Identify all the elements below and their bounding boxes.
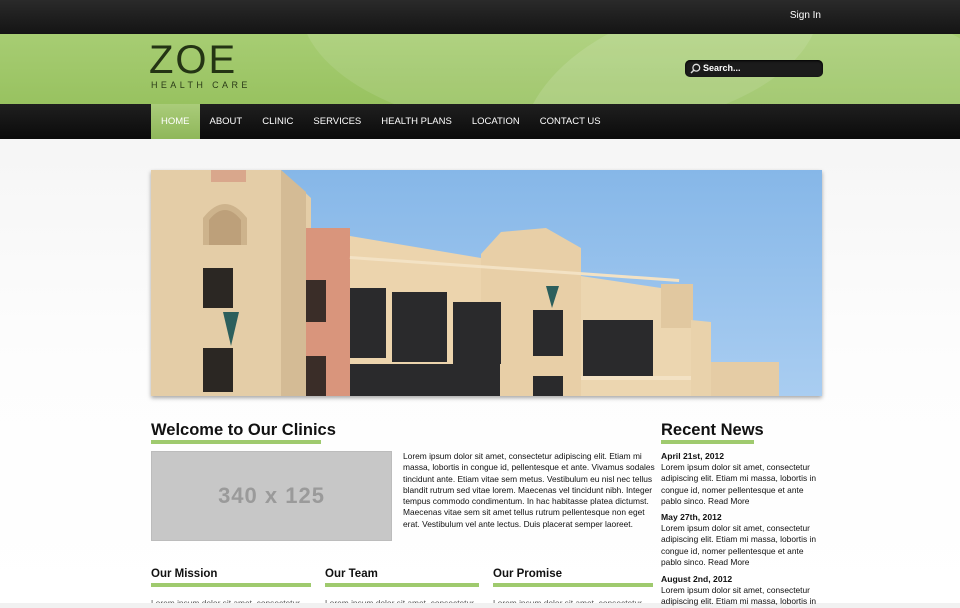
nav-item-services[interactable]: SERVICES	[303, 104, 371, 139]
promise-heading-underline	[493, 583, 653, 587]
news-item: May 27th, 2012 Lorem ipsum dolor sit ame…	[661, 512, 826, 568]
search-box[interactable]	[685, 60, 823, 77]
hero-image	[151, 170, 822, 396]
news-body: Lorem ipsum dolor sit amet, consectetur …	[661, 523, 816, 567]
read-more-link[interactable]: Read More	[708, 557, 749, 567]
nav-item-location[interactable]: LOCATION	[462, 104, 530, 139]
search-input[interactable]	[703, 61, 815, 75]
team-text: Lorem ipsum dolor sit amet, consectetur	[325, 598, 474, 603]
nav-item-about[interactable]: ABOUT	[200, 104, 253, 139]
team-heading-underline	[325, 583, 479, 587]
promise-heading: Our Promise	[493, 568, 563, 580]
news-date: May 27th, 2012	[661, 512, 722, 522]
top-bar: Sign In	[0, 0, 960, 34]
read-more-link[interactable]: Read More	[708, 496, 749, 506]
welcome-body: Lorem ipsum dolor sit amet, consectetur …	[403, 451, 655, 529]
search-icon	[690, 63, 701, 74]
news-date: April 21st, 2012	[661, 451, 725, 461]
nav-item-health-plans[interactable]: HEALTH PLANS	[371, 104, 462, 139]
news-heading-underline	[661, 440, 754, 444]
news-heading: Recent News	[661, 421, 764, 439]
welcome-image-placeholder: 340 x 125	[151, 451, 392, 541]
main-nav: HOME ABOUT CLINIC SERVICES HEALTH PLANS …	[0, 104, 960, 139]
nav-item-clinic[interactable]: CLINIC	[252, 104, 303, 139]
nav-item-home[interactable]: HOME	[151, 104, 200, 139]
team-heading: Our Team	[325, 568, 378, 580]
mission-heading-underline	[151, 583, 311, 587]
mission-text: Lorem ipsum dolor sit amet, consectetur	[151, 598, 300, 603]
news-date: August 2nd, 2012	[661, 574, 733, 584]
nav-item-contact-us[interactable]: CONTACT US	[530, 104, 611, 139]
logo-tagline: HEALTH CARE	[151, 80, 251, 90]
promise-text: Lorem ipsum dolor sit amet, consectetur	[493, 598, 642, 603]
logo[interactable]: ZOE HEALTH CARE	[149, 40, 271, 94]
news-item: April 21st, 2012 Lorem ipsum dolor sit a…	[661, 451, 826, 507]
welcome-heading-underline	[151, 440, 321, 444]
news-body: Lorem ipsum dolor sit amet, consectetur …	[661, 585, 816, 607]
news-body: Lorem ipsum dolor sit amet, consectetur …	[661, 462, 816, 506]
logo-wordmark: ZOE	[149, 38, 238, 82]
sign-in-link[interactable]: Sign In	[790, 10, 821, 21]
building-photo	[151, 170, 822, 396]
welcome-heading: Welcome to Our Clinics	[151, 421, 336, 439]
mission-heading: Our Mission	[151, 568, 218, 580]
